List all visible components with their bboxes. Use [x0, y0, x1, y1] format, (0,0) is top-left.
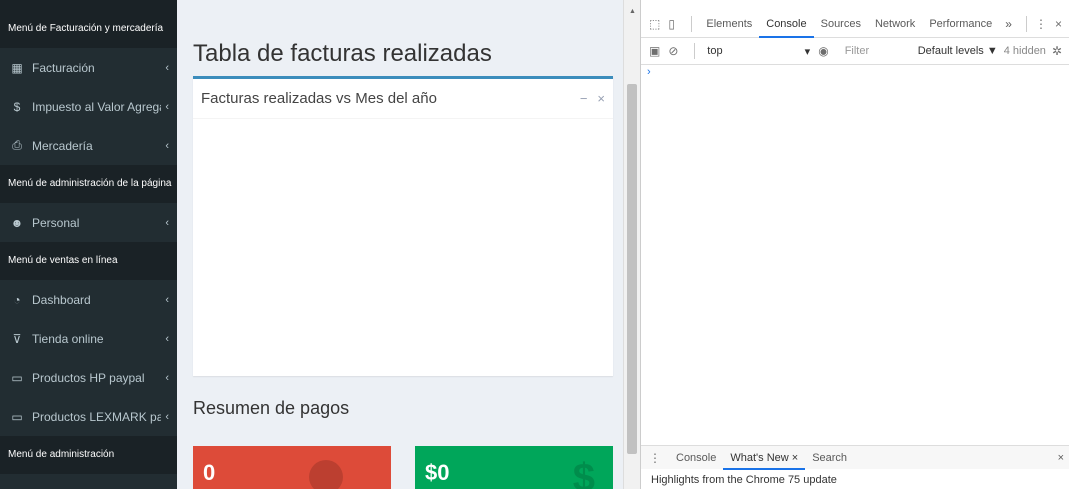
monitor-icon: ▭ [11, 409, 23, 424]
main-content: Tabla de facturas realizadas Facturas re… [177, 0, 623, 489]
sidebar-item-facturacion[interactable]: ▦ Facturación ‹ [0, 48, 177, 87]
sidebar-top-strip [0, 0, 177, 10]
device-toolbar-icon[interactable]: ▯ [668, 17, 675, 31]
sidebar-item-personal[interactable]: ☻ Personal ‹ [0, 203, 177, 242]
chevron-left-icon: ‹ [165, 332, 169, 345]
kebab-menu-icon[interactable]: ⋮ [1035, 17, 1047, 31]
sidebar-header-site-admin: Menú de administración de la página [0, 165, 177, 203]
stat-value: $0 [425, 460, 450, 485]
scroll-thumb[interactable] [627, 84, 637, 454]
drawer-tab-whats-new[interactable]: What's New × [723, 446, 806, 470]
chevron-left-icon: ‹ [165, 371, 169, 384]
screen: Menú de Facturación y mercadería ▦ Factu… [0, 0, 1069, 489]
box-header: Facturas realizadas vs Mes del año − × [193, 79, 613, 119]
stat-box-count: 0 [193, 446, 391, 489]
sidebar-header-online-sales: Menú de ventas en línea [0, 242, 177, 280]
eye-icon[interactable]: ◉ [818, 44, 828, 58]
whats-new-headline: Highlights from the Chrome 75 update [651, 474, 837, 486]
dropdown-arrow-icon: ▾ [804, 45, 811, 58]
minimize-icon[interactable]: − [580, 91, 588, 106]
sidebar-item-iva[interactable]: $ Impuesto al Valor Agregado ‹ [0, 87, 177, 126]
tab-sources[interactable]: Sources [814, 10, 868, 38]
sidebar-item-label: Dashboard [32, 292, 91, 307]
content-top-strip [177, 0, 623, 10]
settings-gear-icon[interactable]: ✲ [1052, 44, 1062, 58]
tab-network[interactable]: Network [868, 10, 922, 38]
sidebar-item-label: Mercadería [32, 138, 93, 153]
sidebar-item-productos-lexmark[interactable]: ▭ Productos LEXMARK paypal ‹ [0, 397, 177, 436]
page-title: Tabla de facturas realizadas [193, 40, 492, 67]
page-scrollbar[interactable]: ▲ [623, 0, 640, 489]
devtools-panel: ⬚ ▯ Elements Console Sources Network Per… [640, 0, 1069, 489]
filter-input[interactable]: Filter [845, 45, 906, 57]
close-icon[interactable]: × [1055, 17, 1062, 31]
drawer-tab-bar: ⋮ Console What's New × Search × [641, 445, 1069, 470]
chevron-left-icon: ‹ [165, 410, 169, 423]
users-icon: ☻ [10, 215, 24, 230]
chart-box: Facturas realizadas vs Mes del año − × [193, 76, 613, 376]
scroll-up-arrow-icon[interactable]: ▲ [629, 8, 636, 15]
monitor-icon: ▭ [11, 370, 23, 385]
stat-box-amount: $0 $ [415, 446, 613, 489]
context-value: top [707, 44, 723, 57]
close-icon[interactable]: × [1058, 452, 1064, 464]
sidebar-item-productos-hp[interactable]: ▭ Productos HP paypal ‹ [0, 358, 177, 397]
chevron-left-icon: ‹ [165, 61, 169, 74]
clear-console-icon[interactable]: ⊘ [668, 44, 678, 58]
sidebar-header-admin: Menú de administración [0, 436, 177, 474]
console-prompt[interactable]: › [647, 66, 651, 78]
sidebar: Menú de Facturación y mercadería ▦ Factu… [0, 0, 177, 489]
chevron-left-icon: ‹ [165, 100, 169, 113]
sidebar-item-label: Impuesto al Valor Agregado [32, 99, 161, 114]
devtools-tab-bar: ⬚ ▯ Elements Console Sources Network Per… [641, 10, 1069, 38]
sidebar-item-tienda-online[interactable]: ⊽ Tienda online ‹ [0, 319, 177, 358]
dollar-icon: $ [13, 99, 21, 114]
tab-console[interactable]: Console [759, 10, 814, 38]
context-selector[interactable]: top ▾ [707, 45, 810, 58]
log-levels-dropdown[interactable]: Default levels ▼ [918, 45, 998, 57]
devtools-window-controls: ⋮ × [1018, 15, 1069, 32]
box-title: Facturas realizadas vs Mes del año [201, 90, 437, 107]
drawer-tab-console[interactable]: Console [669, 446, 723, 470]
kebab-menu-icon[interactable]: ⋮ [649, 451, 661, 465]
sidebar-item-label: Productos LEXMARK paypal [32, 409, 162, 424]
hidden-count: 4 hidden [1003, 45, 1046, 57]
tab-elements[interactable]: Elements [699, 10, 759, 38]
sidebar-toggle-icon[interactable]: ▣ [649, 44, 660, 58]
sidebar-item-label: Tienda online [32, 331, 104, 346]
tab-performance[interactable]: Performance [922, 10, 999, 38]
dollar-icon: $ [572, 456, 595, 489]
sidebar-header-billing: Menú de Facturación y mercadería [0, 10, 177, 48]
sidebar-item-mercaderia[interactable]: ⎙ Mercadería ‹ [0, 126, 177, 165]
section-title: Resumen de pagos [193, 398, 350, 418]
calculator-icon: ▦ [11, 60, 23, 75]
sidebar-item-label: Personal [32, 215, 80, 230]
sidebar-item-label: Productos HP paypal [32, 370, 145, 385]
chevron-left-icon: ‹ [165, 216, 169, 229]
divider [694, 43, 696, 59]
more-tabs-button[interactable]: » [999, 17, 1018, 31]
console-toolbar: ▣ ⊘ top ▾ ◉ Filter Default levels ▼ 4 hi… [641, 38, 1069, 65]
drawer-tab-search[interactable]: Search [805, 446, 854, 470]
chevron-left-icon: ‹ [165, 139, 169, 152]
inspect-element-icon[interactable]: ⬚ [649, 17, 660, 31]
sidebar-item-dashboard[interactable]: ◔ Dashboard ‹ [0, 280, 177, 319]
chevron-left-icon: ‹ [165, 293, 169, 306]
close-icon[interactable]: × [597, 91, 605, 106]
stat-value: 0 [203, 460, 216, 485]
divider [1025, 15, 1027, 32]
cart-icon: ⊽ [12, 331, 22, 346]
sidebar-item-label: Facturación [32, 60, 95, 75]
circle-icon [309, 460, 343, 489]
printer-icon: ⎙ [12, 138, 22, 152]
tachometer-icon: ◔ [13, 292, 21, 307]
